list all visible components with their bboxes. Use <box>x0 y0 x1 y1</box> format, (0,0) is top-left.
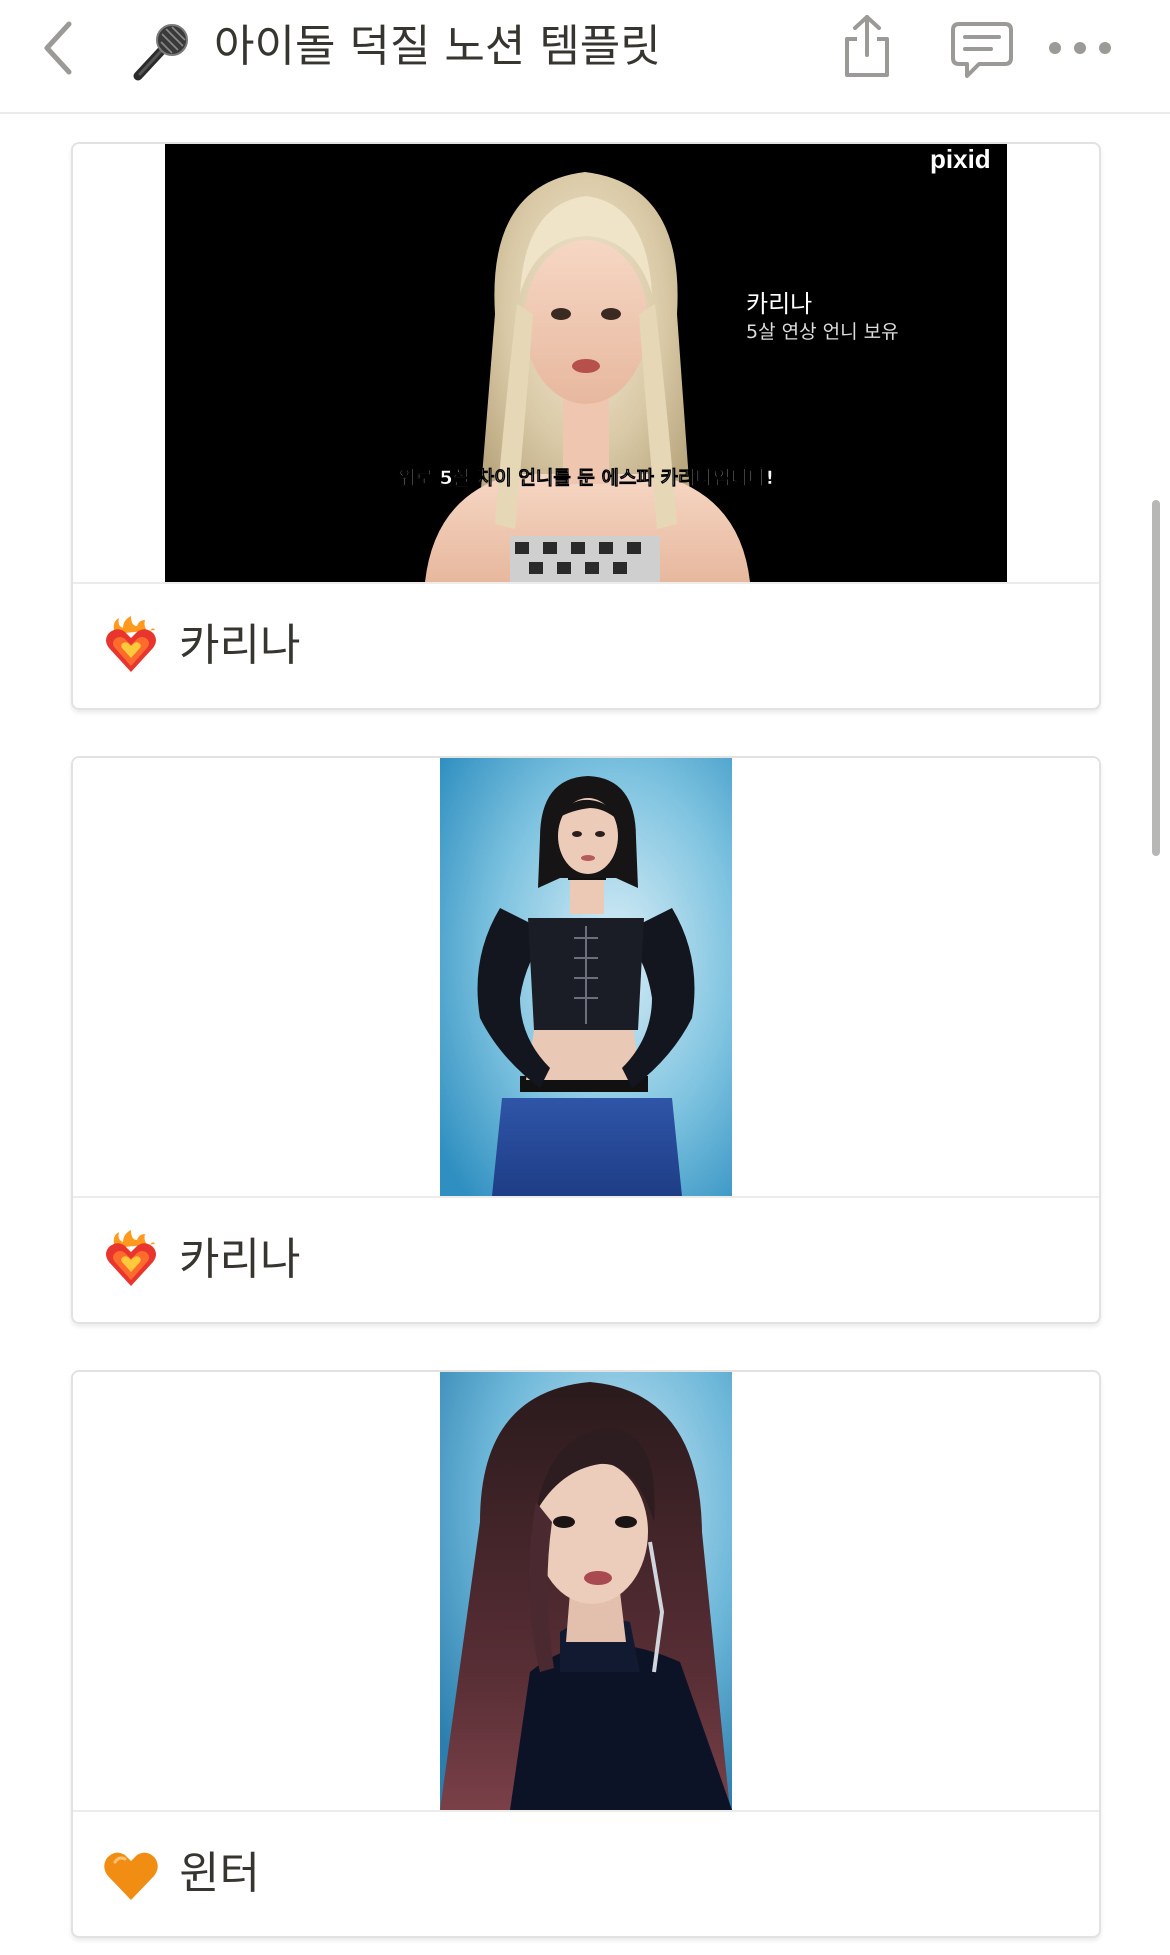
scrollbar-thumb[interactable] <box>1152 500 1160 856</box>
share-icon <box>845 15 889 77</box>
page-title[interactable]: 아이돌 덕질 노션 템플릿 <box>214 14 661 80</box>
cover-watermark: pixid <box>930 144 991 174</box>
cover-video-still: pixid 카리나 5살 연상 언니 보유 위로 5살 차이 언니를 둔 에스파… <box>165 144 1007 582</box>
card-cover-image <box>73 1372 1099 1812</box>
card-cover-image: pixid 카리나 5살 연상 언니 보유 위로 5살 차이 언니를 둔 에스파… <box>73 144 1099 584</box>
more-horizontal-icon <box>1049 42 1111 54</box>
orange-heart-icon <box>101 1844 161 1904</box>
microphone-icon[interactable] <box>128 18 194 84</box>
card-title-row: 카리나 <box>73 584 1099 708</box>
top-navigation-bar: 아이돌 덕질 노션 템플릿 <box>0 0 1170 114</box>
gallery-card[interactable]: pixid 카리나 5살 연상 언니 보유 위로 5살 차이 언니를 둔 에스파… <box>71 142 1101 710</box>
heart-on-fire-icon <box>101 1230 161 1290</box>
card-title-row: 카리나 <box>73 1198 1099 1322</box>
cover-portrait-photo <box>440 1372 732 1810</box>
heart-on-fire-icon <box>101 616 161 676</box>
card-title: 카리나 <box>179 1234 301 1285</box>
card-title: 윈터 <box>179 1848 260 1899</box>
card-cover-image <box>73 758 1099 1198</box>
cover-caption-name: 카리나 <box>746 290 812 318</box>
chevron-left-icon <box>44 21 72 75</box>
more-button[interactable] <box>1044 26 1116 70</box>
gallery-card[interactable]: 윈터 <box>71 1370 1101 1938</box>
card-title-row: 윈터 <box>73 1812 1099 1936</box>
share-button[interactable] <box>834 10 900 82</box>
back-button[interactable] <box>30 16 86 80</box>
gallery-card[interactable]: 카리나 <box>71 756 1101 1324</box>
comments-button[interactable] <box>946 18 1018 84</box>
cover-portrait-photo <box>440 758 732 1196</box>
card-title: 카리나 <box>179 620 301 671</box>
cover-caption-sub: 5살 연상 언니 보유 <box>746 321 899 343</box>
comment-icon <box>951 22 1013 78</box>
cover-subtitle: 위로 5살 차이 언니를 둔 에스파 카리나입니다! <box>398 467 774 489</box>
